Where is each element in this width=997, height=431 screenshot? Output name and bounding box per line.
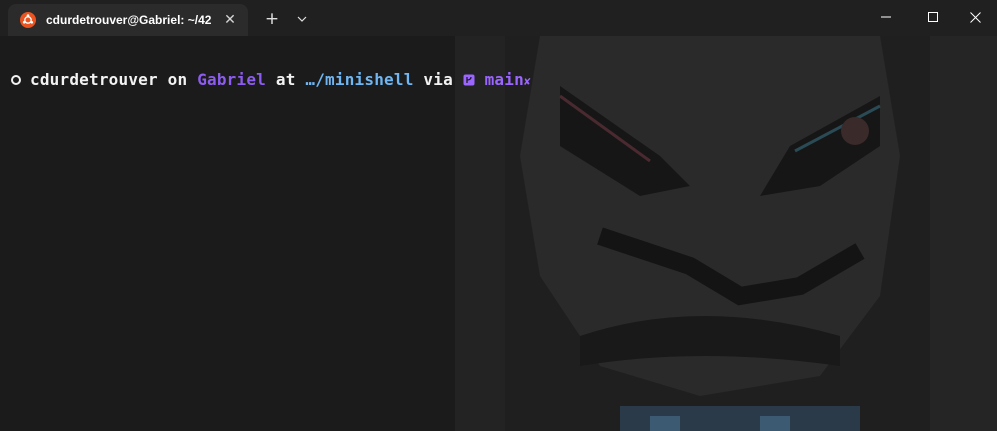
tab-title: cdurdetrouver@Gabriel: ~/42 — [46, 13, 212, 27]
prompt-user: cdurdetrouver — [30, 70, 158, 89]
os-circle-icon — [11, 75, 21, 85]
tab-terminal[interactable]: cdurdetrouver@Gabriel: ~/42 ✕ — [8, 4, 248, 36]
close-icon[interactable] — [952, 0, 997, 34]
terminal-window: cdurdetrouver@Gabriel: ~/42 ✕ + cdurdetr… — [0, 0, 997, 431]
new-tab-button[interactable]: + — [262, 10, 282, 28]
terminal-area[interactable]: cdurdetrouver on Gabriel at …/minishell … — [0, 36, 997, 431]
prompt-branch: main — [484, 70, 524, 89]
background-image — [0, 36, 997, 431]
minimize-icon[interactable] — [863, 0, 909, 34]
prompt-via: via — [423, 70, 453, 89]
prompt-git-status: ✘ — [523, 75, 531, 88]
prompt-on: on — [167, 70, 188, 89]
chevron-down-icon[interactable] — [294, 10, 310, 28]
prompt-path: …/minishell — [305, 70, 414, 89]
shell-prompt: cdurdetrouver on Gabriel at …/minishell … — [10, 70, 531, 89]
title-bar[interactable]: cdurdetrouver@Gabriel: ~/42 ✕ + — [0, 0, 997, 36]
git-branch-icon — [463, 74, 475, 86]
maximize-icon[interactable] — [910, 0, 956, 34]
ubuntu-icon — [20, 12, 36, 28]
tab-close-icon[interactable]: ✕ — [222, 12, 238, 28]
prompt-host: Gabriel — [197, 70, 267, 89]
prompt-at: at — [275, 70, 296, 89]
